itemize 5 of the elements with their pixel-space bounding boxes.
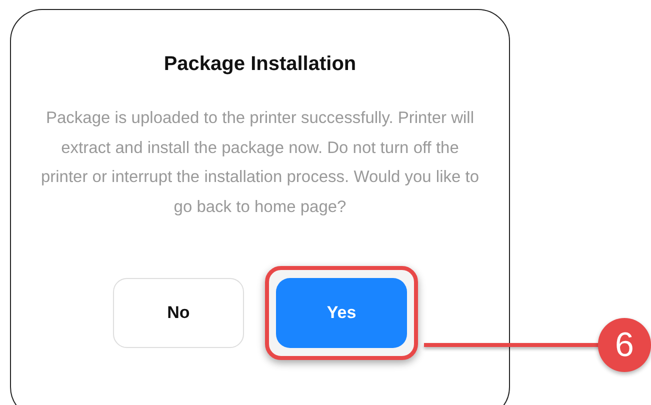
no-button[interactable]: No: [113, 278, 244, 348]
yes-button[interactable]: Yes: [276, 278, 407, 348]
dialog-title: Package Installation: [164, 52, 356, 76]
step-badge: 6: [598, 318, 651, 372]
dialog-message: Package is uploaded to the printer successfully. Printer will extract and install the package now. Do not turn off the printer or interrupt the installation process. Would you like to go back to home page?: [40, 108, 480, 218]
